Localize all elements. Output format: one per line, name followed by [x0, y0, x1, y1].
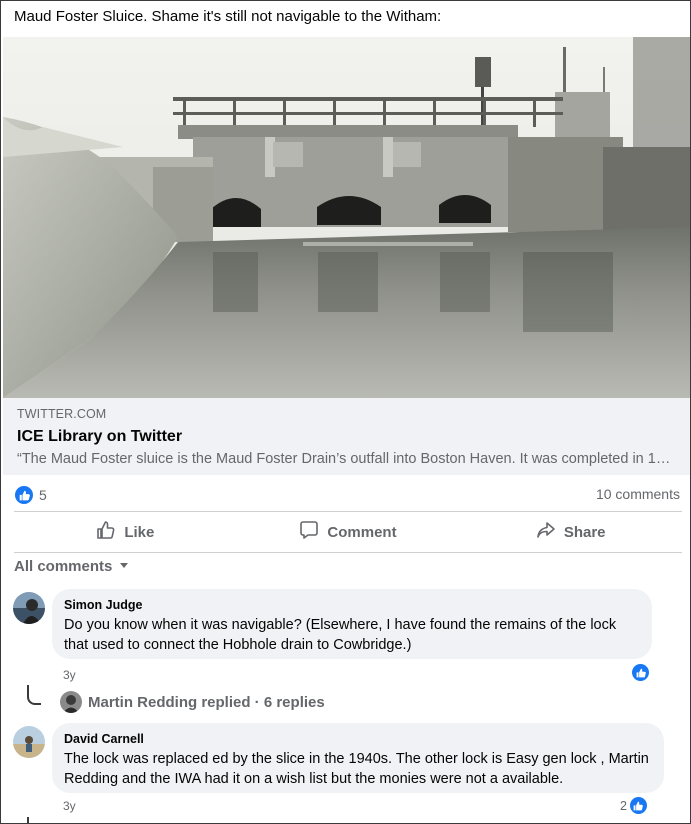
avatar[interactable] [13, 726, 45, 758]
comment-label: Comment [327, 523, 397, 541]
replies-label: Martin Redding replied · 6 replies [88, 693, 325, 711]
comment-bubble: Simon Judge Do you know when it was navi… [52, 589, 652, 659]
comment-reactions[interactable] [632, 664, 649, 681]
link-domain: TWITTER.COM [17, 407, 107, 421]
like-badge-icon [632, 664, 649, 681]
reaction-summary[interactable]: 5 [15, 485, 47, 505]
comment-bubble: David Carnell The lock was replaced ed b… [52, 723, 664, 793]
reply-thread-line [27, 817, 29, 823]
divider [14, 511, 682, 512]
link-preview[interactable]: TWITTER.COM ICE Library on Twitter “The … [3, 398, 690, 475]
avatar[interactable] [13, 592, 45, 624]
like-label: Like [124, 523, 155, 541]
like-badge-icon [15, 486, 33, 504]
avatar [60, 691, 82, 713]
comment-author[interactable]: David Carnell [64, 731, 652, 747]
link-description: “The Maud Foster sluice is the Maud Fost… [17, 451, 672, 467]
like-badge-icon [629, 797, 647, 814]
filter-label: All comments [14, 558, 113, 575]
share-label: Share [563, 523, 606, 541]
comment-icon [299, 520, 319, 544]
action-bar: Like Comment Share [14, 513, 682, 551]
comment-button[interactable]: Comment [237, 513, 460, 551]
divider [14, 552, 682, 553]
facebook-post: Maud Foster Sluice. Shame it's still not… [0, 0, 691, 824]
share-icon [536, 520, 556, 544]
post-text: Maud Foster Sluice. Shame it's still not… [14, 8, 442, 25]
comment-reactions[interactable]: 2 [620, 797, 647, 814]
comment-timestamp[interactable]: 3y [63, 799, 76, 813]
comment-text: Do you know when it was navigable? (Else… [64, 617, 617, 653]
reply-thread-line [27, 685, 41, 705]
comment-like-count: 2 [620, 798, 627, 813]
reaction-count: 5 [39, 487, 47, 503]
link-title[interactable]: ICE Library on Twitter [17, 428, 182, 446]
comment-timestamp[interactable]: 3y [63, 668, 76, 682]
comment-text: The lock was replaced ed by the slice in… [64, 751, 649, 787]
like-button[interactable]: Like [14, 513, 237, 551]
comment-filter[interactable]: All comments [14, 558, 130, 575]
comment-author[interactable]: Simon Judge [64, 597, 640, 613]
view-replies-link[interactable]: Martin Redding replied · 6 replies [60, 691, 325, 713]
comment-count[interactable]: 10 comments [596, 486, 680, 502]
chevron-down-icon [118, 558, 130, 575]
sluice-photo[interactable] [3, 37, 690, 398]
share-button[interactable]: Share [459, 513, 682, 551]
thumbs-up-icon [96, 520, 116, 544]
